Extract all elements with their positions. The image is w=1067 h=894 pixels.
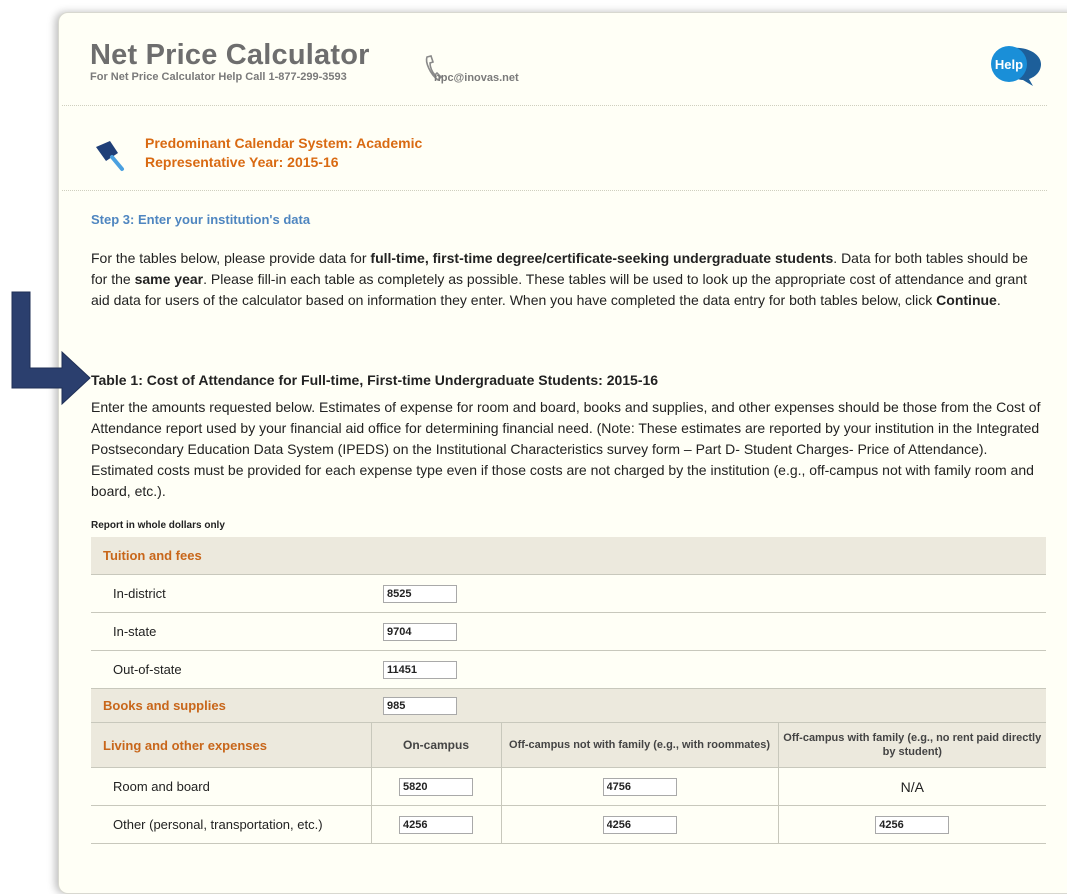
intro-bold: Continue — [936, 292, 997, 308]
app-title: Net Price Calculator — [90, 39, 370, 71]
table-row: Living and other expenses On-campus Off-… — [91, 722, 1046, 768]
col-on-campus: On-campus — [370, 722, 501, 768]
page-header: Net Price Calculator For Net Price Calcu… — [90, 40, 370, 83]
table-row: Out-of-state — [91, 650, 1046, 689]
room-board-family-na: N/A — [900, 778, 924, 795]
living-section-label: Living and other expenses — [91, 722, 371, 768]
intro-bold: full-time, first-time degree/certificate… — [370, 250, 834, 266]
step-heading: Step 3: Enter your institution's data — [91, 212, 311, 227]
out-of-state-label: Out-of-state — [91, 650, 371, 689]
col-off-campus-not-family: Off-campus not with family (e.g., with r… — [500, 722, 778, 768]
table-row: Other (personal, transportation, etc.) — [91, 805, 1046, 844]
intro-text: . — [996, 292, 1001, 308]
in-district-label: In-district — [91, 574, 371, 613]
table-row: Room and board N/A — [91, 767, 1046, 806]
books-input[interactable] — [383, 696, 457, 715]
table1-title: Table 1: Cost of Attendance for Full-tim… — [91, 372, 659, 388]
calendar-system: Predominant Calendar System: Academic — [145, 135, 423, 151]
cost-table: Tuition and fees In-district In-state Ou… — [91, 537, 1046, 844]
help-badge-text: Help — [995, 57, 1023, 72]
table-row: In-district — [91, 574, 1046, 613]
in-state-label: In-state — [91, 612, 371, 651]
pin-icon — [96, 141, 124, 171]
other-with-family-input[interactable] — [875, 815, 950, 834]
report-note: Report in whole dollars only — [91, 520, 225, 531]
in-state-input[interactable] — [383, 622, 457, 641]
table-row: Books and supplies — [91, 688, 1046, 723]
other-off-campus-input[interactable] — [602, 815, 677, 834]
pointer-arrow-icon — [11, 291, 91, 406]
room-board-on-campus-input[interactable] — [399, 777, 473, 796]
other-expenses-label: Other (personal, transportation, etc.) — [91, 805, 371, 844]
other-on-campus-input[interactable] — [399, 815, 473, 834]
intro-text: . Please fill-in each table as completel… — [91, 271, 1028, 308]
table1-description: Enter the amounts requested below. Estim… — [91, 399, 1041, 499]
intro-paragraph: For the tables below, please provide dat… — [91, 248, 1041, 311]
calendar-info: Predominant Calendar System: Academic Re… — [145, 134, 422, 172]
help-email[interactable]: npc@inovas.net — [434, 72, 519, 84]
table-row: Tuition and fees — [91, 537, 1046, 575]
room-board-label: Room and board — [91, 767, 371, 806]
intro-text: For the tables below, please provide dat… — [91, 250, 371, 266]
out-of-state-input[interactable] — [383, 660, 457, 679]
divider — [62, 190, 1047, 191]
help-phone-line: For Net Price Calculator Help Call 1-877… — [90, 71, 347, 83]
table-row: In-state — [91, 612, 1046, 651]
representative-year: Representative Year: 2015-16 — [145, 154, 339, 170]
divider — [62, 105, 1047, 106]
tuition-section-label: Tuition and fees — [91, 537, 1046, 575]
intro-bold: same year — [134, 271, 204, 287]
in-district-input[interactable] — [383, 584, 457, 603]
col-off-campus-with-family: Off-campus with family (e.g., no rent pa… — [777, 722, 1046, 768]
room-board-off-campus-input[interactable] — [602, 777, 677, 796]
books-section-label: Books and supplies — [91, 688, 371, 723]
help-icon[interactable]: Help — [987, 44, 1045, 88]
